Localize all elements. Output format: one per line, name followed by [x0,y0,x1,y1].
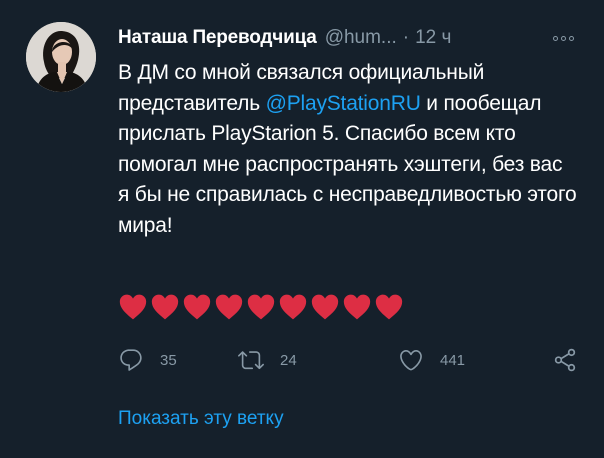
reply-button[interactable]: 35 [118,346,177,374]
share-button[interactable] [552,346,578,374]
like-count: 441 [440,351,466,369]
heart-emoji-icon [119,294,147,320]
heart-emoji-icon [183,294,211,320]
hearts-row [118,293,404,321]
heart-emoji-icon [247,294,275,320]
mention-link[interactable]: @PlayStationRU [266,92,421,115]
avatar[interactable] [26,22,96,92]
tweet-text: В ДМ со мной связался официальный предст… [118,58,578,241]
author-name[interactable]: Наташа Переводчица [118,27,317,49]
author-handle[interactable]: @hum... [325,27,397,49]
heart-emoji-icon [279,294,307,320]
more-icon[interactable] [546,24,580,52]
heart-emoji-icon [311,294,339,320]
reply-count: 35 [160,351,177,369]
retweet-count: 24 [280,351,297,369]
like-icon [400,349,422,371]
separator-dot: · [402,27,410,48]
tweet-time[interactable]: 12 ч [415,27,451,49]
heart-emoji-icon [215,294,243,320]
share-icon [554,348,576,372]
avatar-photo [26,22,96,92]
tweet[interactable]: Наташа Переводчица @hum... · 12 ч В ДМ с… [0,0,604,458]
heart-emoji-icon [151,294,179,320]
heart-emoji-icon [343,294,371,320]
tweet-header: Наташа Переводчица @hum... · 12 ч [118,24,584,52]
heart-emoji-icon [375,294,403,320]
retweet-button[interactable]: 24 [238,346,297,374]
retweet-icon [238,351,264,370]
reply-icon [120,349,142,371]
like-button[interactable]: 441 [398,346,465,374]
action-bar: 35 24 441 [118,346,584,374]
show-thread-link[interactable]: Показать эту ветку [118,408,284,430]
